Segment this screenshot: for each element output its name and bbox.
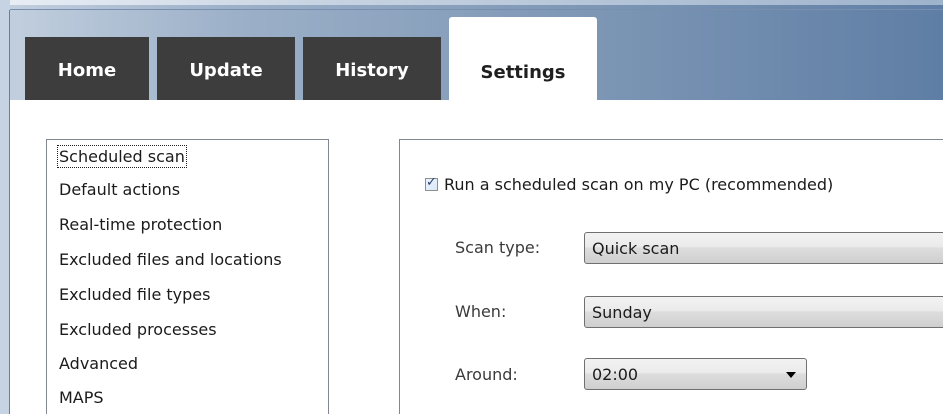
run-scheduled-scan-checkbox[interactable]: ✓ (425, 175, 438, 191)
tab-settings-label: Settings (480, 61, 566, 83)
tab-home-label: Home (57, 60, 117, 81)
checkmark-icon: ✓ (426, 175, 437, 190)
list-item-excluded-files-and-locations[interactable]: Excluded files and locations (59, 250, 282, 269)
list-item-maps[interactable]: MAPS (59, 388, 104, 407)
tab-history[interactable]: History (303, 37, 441, 100)
around-time-value: 02:00 (592, 364, 639, 384)
around-time-dropdown[interactable]: 02:00 (584, 358, 807, 390)
around-label: Around: (455, 365, 518, 384)
tab-update-label: Update (189, 60, 263, 81)
settings-category-list[interactable]: Scheduled scan Default actions Real-time… (46, 139, 329, 414)
when-label: When: (455, 302, 507, 321)
tab-settings[interactable]: Settings (449, 17, 597, 101)
when-dropdown[interactable]: Sunday (584, 296, 943, 328)
scan-type-value: Quick scan (592, 238, 680, 258)
run-scheduled-scan-option[interactable]: ✓ Run a scheduled scan on my PC (recomme… (425, 175, 833, 194)
title-bar-highlight (0, 0, 943, 5)
scan-type-dropdown[interactable]: Quick scan (584, 232, 943, 264)
when-value: Sunday (592, 302, 652, 322)
list-item-default-actions[interactable]: Default actions (59, 180, 180, 199)
tab-update[interactable]: Update (157, 37, 295, 100)
app-window: Home Update History Settings Scheduled s… (0, 0, 943, 414)
run-scheduled-scan-label: Run a scheduled scan on my PC (recommend… (444, 175, 834, 194)
list-item-advanced[interactable]: Advanced (59, 354, 138, 373)
window-frame-top-border (10, 9, 943, 10)
list-item-excluded-processes[interactable]: Excluded processes (59, 320, 217, 339)
dropdown-arrow-icon (786, 372, 796, 378)
list-item-excluded-file-types[interactable]: Excluded file types (59, 285, 210, 304)
tab-home[interactable]: Home (25, 37, 149, 100)
tab-history-label: History (335, 60, 409, 81)
list-item-real-time-protection[interactable]: Real-time protection (59, 215, 222, 234)
scan-type-label: Scan type: (455, 238, 541, 257)
list-item-scheduled-scan[interactable]: Scheduled scan (57, 145, 187, 168)
